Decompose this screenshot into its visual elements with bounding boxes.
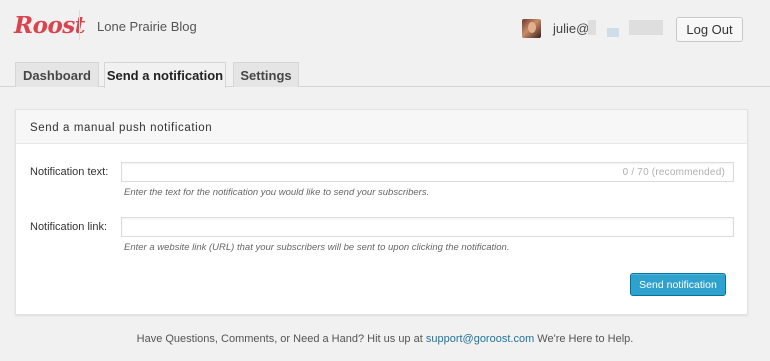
notification-text-label: Notification text:: [30, 166, 109, 178]
logout-button[interactable]: Log Out: [676, 17, 743, 42]
redacted-email-part: [629, 20, 663, 35]
send-notification-button[interactable]: Send notification: [630, 273, 726, 296]
user-avatar: [522, 19, 541, 38]
send-notification-panel: Send a manual push notification Notifica…: [15, 109, 748, 315]
notification-link-hint: Enter a website link (URL) that your sub…: [124, 242, 510, 253]
top-bar: Roost Lone Prairie Blog julie@ Log Out: [0, 0, 770, 56]
panel-header: Send a manual push notification: [16, 110, 747, 144]
header-divider: [79, 10, 80, 40]
notification-text-hint: Enter the text for the notification you …: [124, 187, 430, 198]
notification-link-input[interactable]: [121, 217, 734, 237]
tab-send-notification[interactable]: Send a notification: [104, 62, 226, 88]
username: julie@: [553, 21, 590, 36]
support-email-link[interactable]: support@goroost.com: [426, 333, 534, 345]
notification-text-input[interactable]: 0 / 70 (recommended): [121, 162, 734, 182]
site-name: Lone Prairie Blog: [97, 19, 197, 34]
panel-title: Send a manual push notification: [30, 122, 213, 134]
footer-text-before: Have Questions, Comments, or Need a Hand…: [136, 333, 423, 345]
logo-text: Roost: [14, 12, 85, 39]
redacted-email-part: [588, 20, 596, 35]
tab-dashboard[interactable]: Dashboard: [15, 62, 99, 87]
tab-settings[interactable]: Settings: [233, 62, 299, 87]
roost-logo[interactable]: Roost: [14, 12, 85, 42]
notification-link-label: Notification link:: [30, 221, 108, 233]
redacted-email-part: [607, 28, 619, 37]
character-counter: 0 / 70 (recommended): [622, 167, 725, 178]
footer: Have Questions, Comments, or Need a Hand…: [0, 333, 770, 345]
footer-text-after: We're Here to Help.: [537, 333, 634, 345]
